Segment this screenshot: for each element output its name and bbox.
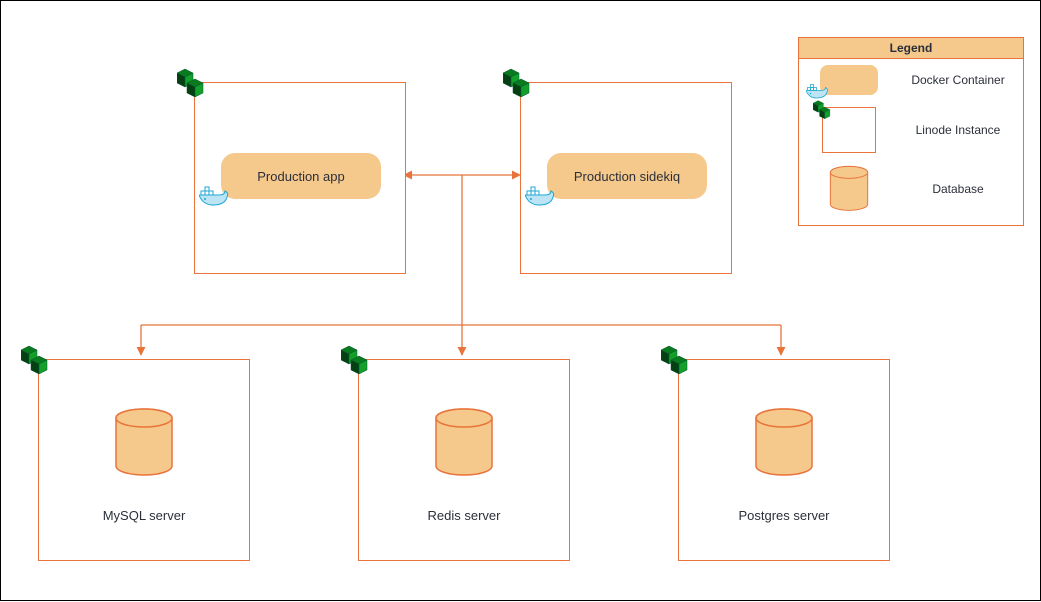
docker-production-app: Production app	[221, 153, 381, 199]
database-icon	[434, 408, 494, 478]
docker-label: Production app	[257, 169, 344, 184]
docker-production-sidekiq: Production sidekiq	[547, 153, 707, 199]
linode-icon	[177, 65, 211, 103]
legend-row-linode: Linode Instance	[799, 101, 1023, 159]
db-label: Redis server	[359, 508, 569, 523]
linode-icon	[813, 98, 835, 124]
legend-title: Legend	[799, 38, 1023, 59]
linode-production-sidekiq: Production sidekiq	[520, 82, 732, 274]
linode-icon	[503, 65, 537, 103]
linode-postgres: Postgres server	[678, 359, 890, 561]
linode-production-app: Production app	[194, 82, 406, 274]
legend-label: Linode Instance	[903, 123, 1013, 137]
linode-redis: Redis server	[358, 359, 570, 561]
docker-icon	[525, 185, 555, 209]
db-label: Postgres server	[679, 508, 889, 523]
database-icon	[114, 408, 174, 478]
database-icon	[829, 165, 869, 213]
database-icon	[754, 408, 814, 478]
linode-icon	[341, 342, 375, 380]
legend-label: Docker Container	[903, 73, 1013, 87]
docker-label: Production sidekiq	[574, 169, 680, 184]
linode-icon	[21, 342, 55, 380]
legend-row-docker: Docker Container	[799, 59, 1023, 101]
linode-icon	[661, 342, 695, 380]
docker-icon	[199, 185, 229, 209]
linode-swatch	[822, 107, 876, 153]
legend-label: Database	[903, 182, 1013, 196]
linode-mysql: MySQL server	[38, 359, 250, 561]
legend-panel: Legend Docker Container Linode Instance …	[798, 37, 1024, 226]
docker-swatch	[820, 65, 878, 95]
db-label: MySQL server	[39, 508, 249, 523]
legend-row-database: Database	[799, 159, 1023, 225]
